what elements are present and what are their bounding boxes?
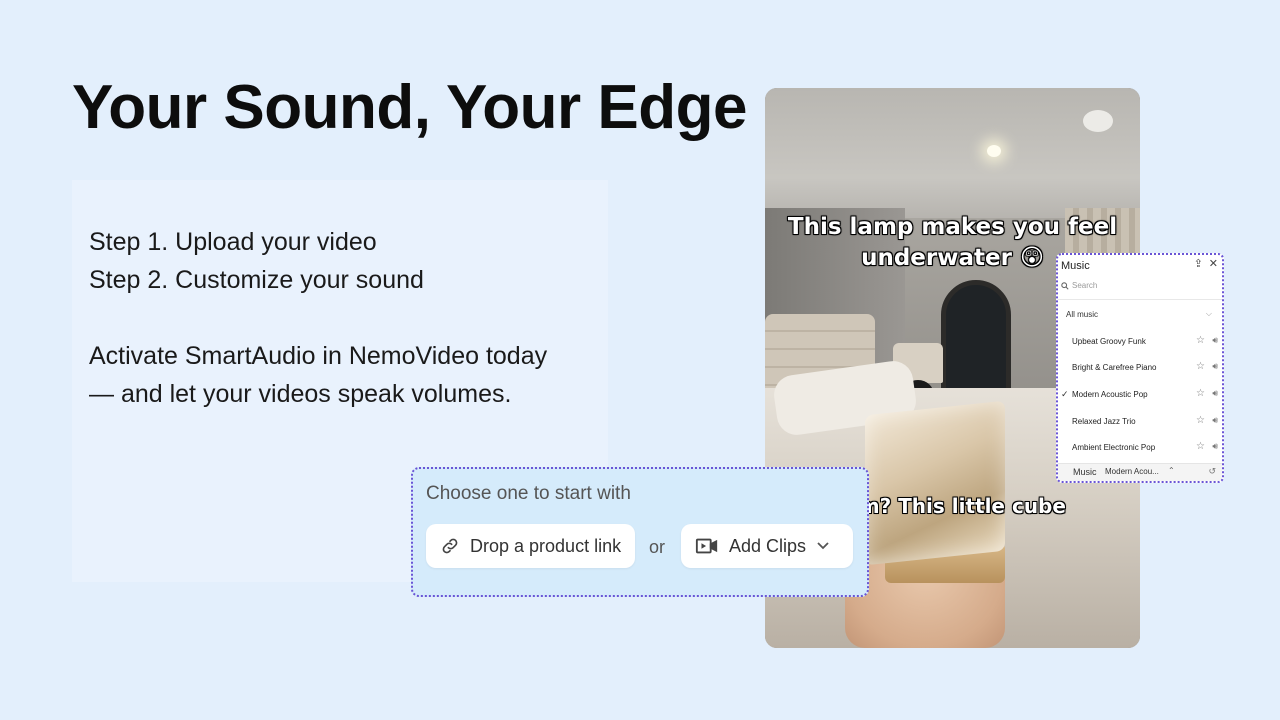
track-row[interactable]: Relaxed Jazz Trio ☆ 🔊︎ <box>1058 409 1222 435</box>
video-camera-icon <box>695 538 718 554</box>
chevron-up-icon[interactable]: ⌃ <box>1168 466 1175 475</box>
track-row-selected[interactable]: ✓ Modern Acoustic Pop ☆ 🔊︎ <box>1058 382 1222 408</box>
cta-line-1: Activate SmartAudio in NemoVideo today <box>89 342 548 370</box>
cta-line-2: — and let your videos speak volumes. <box>89 380 512 408</box>
chevron-down-icon[interactable] <box>816 541 830 551</box>
link-icon <box>442 538 458 554</box>
drop-product-link-label: Drop a product link <box>470 535 622 556</box>
choose-start-panel: Choose one to start with Drop a product … <box>411 467 869 597</box>
ceiling-light <box>987 145 1001 157</box>
page-headline: Your Sound, Your Edge <box>72 73 747 142</box>
choose-panel-title: Choose one to start with <box>426 483 631 504</box>
music-search-input[interactable]: Search <box>1061 281 1097 290</box>
divider <box>1058 299 1222 300</box>
cube-lamp <box>865 400 1005 566</box>
track-row[interactable]: Upbeat Groovy Funk ☆ 🔊︎ <box>1058 329 1222 355</box>
star-icon[interactable]: ☆ <box>1196 335 1205 346</box>
music-footer-value[interactable]: Modern Acou... <box>1105 467 1159 476</box>
track-name: Modern Acoustic Pop <box>1072 390 1148 399</box>
music-search-placeholder: Search <box>1072 281 1098 290</box>
checkmark-icon: ✓ <box>1061 389 1069 399</box>
music-footer: Music Modern Acou... ⌃ ↺ <box>1058 463 1222 481</box>
chevron-down-icon[interactable]: ⌵ <box>1206 309 1212 319</box>
step-1-text: Step 1. Upload your video <box>89 228 377 256</box>
music-panel-title: Music <box>1061 260 1090 272</box>
add-clips-label: Add Clips <box>729 535 807 556</box>
track-name: Ambient Electronic Pop <box>1072 443 1156 452</box>
music-footer-label: Music <box>1073 467 1097 477</box>
speaker-icon[interactable]: 🔊︎ <box>1212 388 1218 399</box>
upload-icon[interactable]: ⇪ <box>1194 259 1203 270</box>
reset-icon[interactable]: ↺ <box>1208 466 1216 477</box>
close-icon[interactable]: ✕ <box>1209 259 1218 270</box>
music-panel: Music ⇪ ✕ Search All music ⌵ Upbeat Groo… <box>1056 253 1224 483</box>
speaker-icon[interactable]: 🔊︎ <box>1212 361 1218 372</box>
track-name: Bright & Carefree Piano <box>1072 363 1157 372</box>
star-icon[interactable]: ☆ <box>1196 361 1205 372</box>
track-name: Relaxed Jazz Trio <box>1072 417 1136 426</box>
smoke-detector <box>1083 110 1113 132</box>
add-clips-button[interactable]: Add Clips <box>681 524 853 568</box>
speaker-icon[interactable]: 🔊︎ <box>1212 441 1218 452</box>
track-name: Upbeat Groovy Funk <box>1072 337 1146 346</box>
music-filter-dropdown[interactable]: All music <box>1066 310 1098 319</box>
speaker-icon[interactable]: 🔊︎ <box>1212 415 1218 426</box>
video-caption-bottom: om? This little cube <box>845 494 1066 518</box>
video-caption-top-line-1: This lamp makes you feel <box>787 214 1118 240</box>
star-icon[interactable]: ☆ <box>1196 415 1205 426</box>
drop-product-link-button[interactable]: Drop a product link <box>426 524 636 568</box>
step-2-text: Step 2. Customize your sound <box>89 266 424 294</box>
or-separator: or <box>649 537 666 557</box>
speaker-icon[interactable]: 🔊︎ <box>1212 335 1218 346</box>
track-row[interactable]: Ambient Electronic Pop ☆ 🔊︎ <box>1058 435 1222 461</box>
search-icon <box>1061 281 1069 290</box>
star-icon[interactable]: ☆ <box>1196 441 1205 452</box>
track-row[interactable]: Bright & Carefree Piano ☆ 🔊︎ <box>1058 355 1222 381</box>
star-icon[interactable]: ☆ <box>1196 388 1205 399</box>
